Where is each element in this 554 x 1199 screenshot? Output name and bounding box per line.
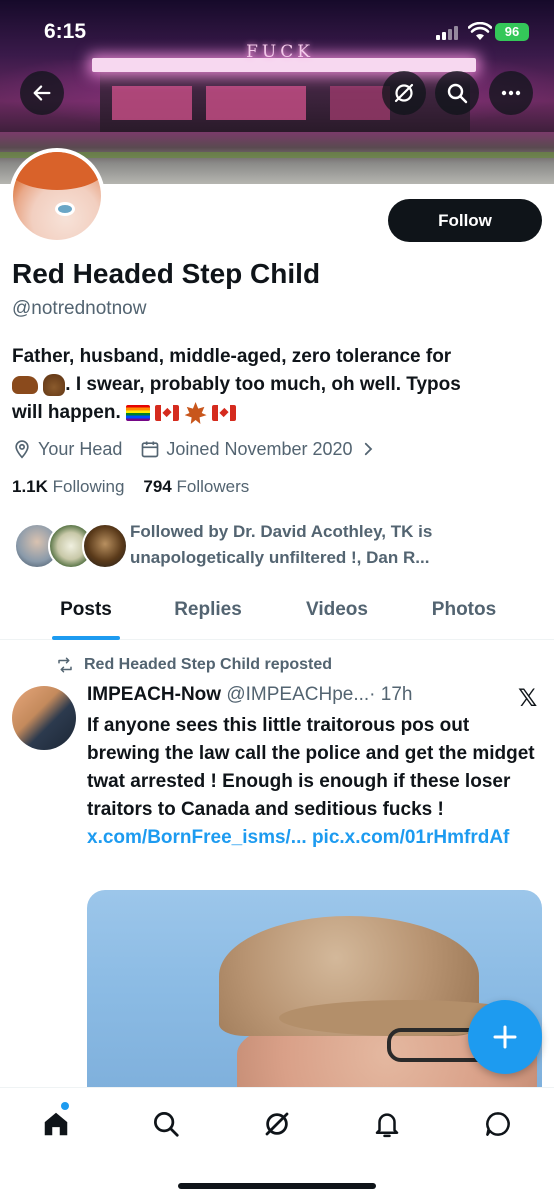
bell-icon [375, 1113, 399, 1138]
x-logo-icon[interactable]: 𝕏 [518, 684, 537, 713]
bio-line-2: . I swear, probably too much, oh well. T… [65, 374, 461, 395]
tweet-time: · 17h [369, 684, 413, 705]
banner-window [206, 86, 306, 120]
calendar-icon [142, 441, 159, 458]
followers-label: Followers [176, 477, 250, 496]
canada-flag-emoji [155, 404, 180, 421]
repost-label: Red Headed Step Child reposted [84, 656, 333, 673]
tweet-author-handle[interactable]: @IMPEACHpe... [226, 684, 369, 705]
poop-emoji [43, 373, 66, 396]
chevron-right-icon[interactable] [359, 440, 377, 458]
followers-count: 794 [143, 477, 172, 496]
banner-sign: FUCK [246, 42, 314, 62]
tweet-link[interactable]: x.com/BornFree_isms/... [87, 827, 307, 848]
back-arrow-icon [33, 85, 51, 101]
tab-posts[interactable]: Posts [44, 590, 128, 640]
display-name: Red Headed Step Child [12, 258, 321, 289]
nav-notifications[interactable] [367, 1104, 407, 1144]
tweet-text: If anyone sees this little traitorous po… [87, 712, 543, 852]
follow-stats: 1.1K Following 794 Followers [12, 477, 249, 497]
tweet-author-avatar[interactable] [12, 686, 76, 750]
wifi-icon [467, 21, 493, 42]
home-icon [44, 1112, 68, 1136]
back-button[interactable] [20, 71, 64, 115]
nav-search[interactable] [146, 1104, 186, 1144]
tab-photos[interactable]: Photos [414, 590, 514, 640]
status-time: 6:15 [44, 20, 87, 43]
search-icon [154, 1112, 179, 1137]
avatar [82, 523, 128, 569]
followed-by-section[interactable]: Followed by Dr. David Acothley, TK is un… [14, 519, 544, 575]
location-icon [15, 440, 29, 459]
grok-button[interactable] [382, 71, 426, 115]
tweet-link[interactable]: pic.x.com/01rHmfrdAf [312, 827, 509, 848]
avatar-eye [55, 202, 75, 216]
search-button[interactable] [435, 71, 479, 115]
following-label: Following [52, 477, 125, 496]
bio-line-1: Father, husband, middle-aged, zero toler… [12, 346, 452, 367]
tweet-header: IMPEACH-Now @IMPEACHpe...· 17h [87, 684, 412, 706]
notification-dot [61, 1102, 69, 1110]
profile-joined[interactable]: Joined November 2020 [166, 439, 352, 460]
tweet-body: If anyone sees this little traitorous po… [87, 715, 535, 820]
repost-icon [58, 657, 72, 673]
profile-handle: @notrednotnow [12, 298, 147, 319]
tab-replies[interactable]: Replies [156, 590, 260, 640]
more-icon [501, 90, 521, 96]
nav-messages[interactable] [478, 1104, 518, 1144]
tab-videos[interactable]: Videos [288, 590, 386, 640]
avatar-hair [13, 152, 101, 190]
tweet-media-image[interactable] [87, 890, 542, 1090]
message-icon [486, 1112, 510, 1136]
canada-flag-emoji [211, 404, 236, 421]
more-button[interactable] [489, 71, 533, 115]
avatar-image [13, 152, 101, 240]
bio-line-3: will happen. [12, 402, 121, 423]
search-icon [447, 83, 468, 104]
compose-button[interactable] [468, 1000, 542, 1074]
repost-indicator[interactable]: Red Headed Step Child reposted [56, 656, 332, 674]
profile-meta: Your Head Joined November 2020 [12, 436, 383, 462]
nav-grok[interactable] [257, 1104, 297, 1144]
follow-button[interactable]: Follow [388, 199, 542, 242]
banner-window [112, 86, 192, 120]
tweet-author-name[interactable]: IMPEACH-Now [87, 684, 221, 705]
banner-window [330, 86, 390, 120]
followers-link[interactable]: 794 Followers [143, 477, 249, 496]
profile-location: Your Head [38, 438, 123, 459]
followed-by-text: Followed by Dr. David Acothley, TK is un… [130, 522, 433, 567]
grok-icon [265, 1112, 289, 1136]
battery-indicator: 96 [495, 23, 529, 41]
following-link[interactable]: 1.1K Following [12, 477, 124, 496]
grok-icon [394, 83, 414, 103]
rainbow-flag-emoji [126, 404, 151, 421]
home-indicator [178, 1183, 376, 1189]
profile-tabs: Posts Replies Videos Photos [0, 590, 554, 640]
maple-leaf-emoji [184, 401, 207, 424]
nav-home[interactable] [36, 1104, 76, 1144]
plus-icon [493, 1025, 517, 1049]
signal-icon [436, 26, 460, 40]
following-count: 1.1K [12, 477, 48, 496]
profile-bio: Father, husband, middle-aged, zero toler… [12, 343, 540, 427]
profile-avatar[interactable] [9, 148, 105, 244]
active-tab-indicator [52, 636, 120, 640]
ox-emoji [12, 375, 38, 394]
